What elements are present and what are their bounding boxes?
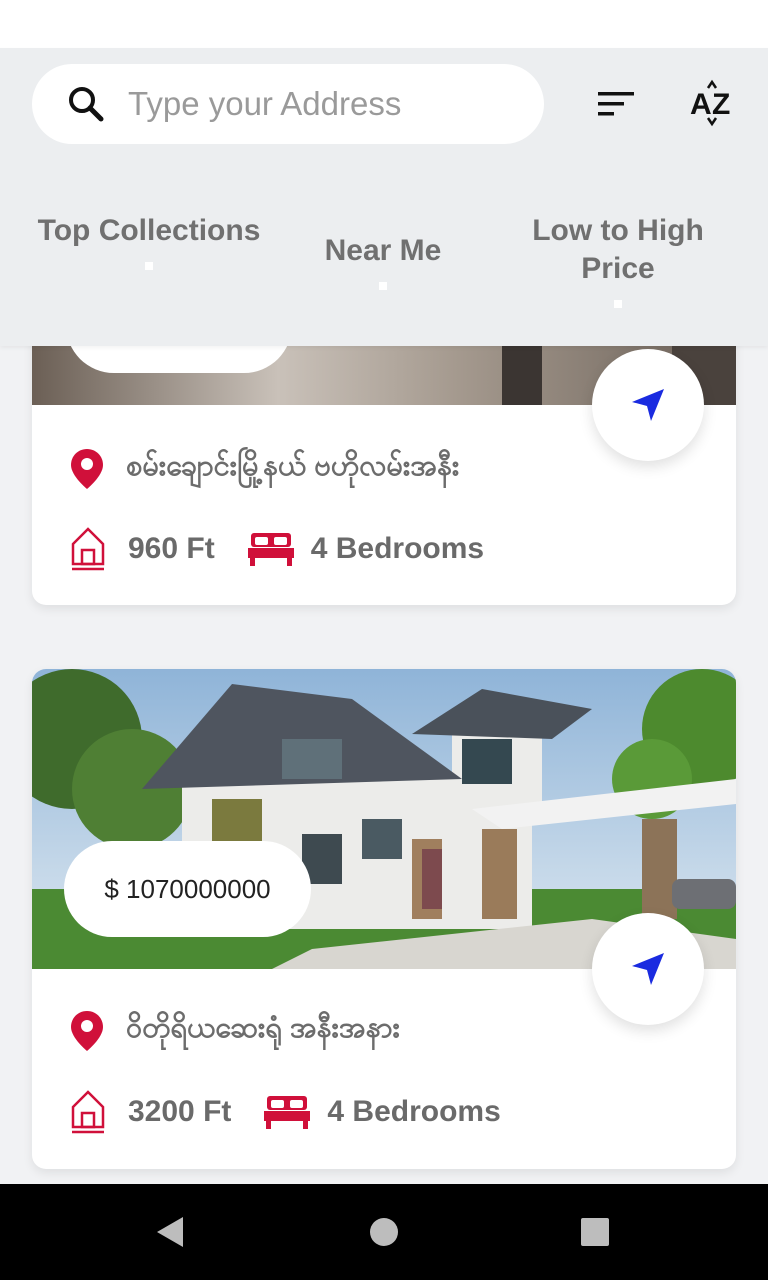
- sort-az-icon[interactable]: A Z: [688, 78, 738, 128]
- price-badge: $ 1070000000: [64, 841, 311, 937]
- house-area-icon: [71, 527, 105, 571]
- location-pin-icon: [71, 448, 103, 489]
- tab-label: Low to High Price: [532, 214, 704, 285]
- tab-indicator-dot: [145, 262, 153, 270]
- back-icon: [157, 1217, 183, 1247]
- meta-row: 3200 Ft 4 Bedrooms: [70, 1089, 501, 1135]
- house-area-icon: [71, 1090, 105, 1134]
- bedrooms-text: 4 Bedrooms: [310, 532, 485, 565]
- search-icon: [69, 87, 104, 122]
- svg-text:A: A: [690, 88, 712, 121]
- home-button[interactable]: [354, 1184, 414, 1280]
- address-text: ဝိတိုရိယဆေးရုံ အနီးအနား: [126, 1012, 400, 1044]
- address-row: စမ်းချောင်းမြို့နယ် ဗဟိုလမ်းအနီး: [70, 447, 459, 490]
- search-box[interactable]: [32, 64, 544, 144]
- tab-label: Top Collections: [37, 214, 261, 247]
- area-text: 960 Ft: [128, 532, 215, 565]
- tab-low-to-high-price[interactable]: Low to High Price: [500, 212, 736, 308]
- header: A Z Top Collections Near Me Low to High …: [0, 48, 768, 346]
- navigate-button[interactable]: [592, 913, 704, 1025]
- area-text: 3200 Ft: [128, 1095, 232, 1128]
- recents-button[interactable]: [565, 1184, 625, 1280]
- navigate-button[interactable]: [592, 349, 704, 461]
- navigation-arrow-icon: [632, 953, 664, 985]
- listing-card[interactable]: $ 1070000000 ဝိတိုရိယဆေးရုံ အနီးအနား 320…: [32, 669, 736, 1169]
- address-text: စမ်းချောင်းမြို့နယ် ဗဟိုလမ်းအနီး: [126, 450, 460, 482]
- back-button[interactable]: [140, 1184, 200, 1280]
- bed-icon: [264, 1096, 311, 1129]
- filter-icon[interactable]: [594, 88, 638, 120]
- search-input[interactable]: [128, 84, 518, 124]
- tab-near-me[interactable]: Near Me: [300, 232, 466, 290]
- location-pin-icon: [71, 1010, 103, 1051]
- meta-row: 960 Ft 4 Bedrooms: [70, 526, 484, 572]
- tab-label: Near Me: [324, 234, 442, 267]
- status-bar: [0, 0, 768, 48]
- navigation-arrow-icon: [632, 389, 664, 421]
- recents-icon: [581, 1218, 609, 1246]
- tab-indicator-dot: [614, 300, 622, 308]
- home-icon: [370, 1218, 398, 1246]
- svg-text:Z: Z: [712, 88, 730, 121]
- bedrooms-text: 4 Bedrooms: [327, 1095, 501, 1128]
- system-nav-bar: [0, 1184, 768, 1280]
- address-row: ဝိတိုရိယဆေးရုံ အနီးအနား: [70, 1009, 400, 1052]
- tab-indicator-dot: [379, 282, 387, 290]
- bed-icon: [247, 533, 294, 566]
- tab-top-collections[interactable]: Top Collections: [28, 212, 270, 270]
